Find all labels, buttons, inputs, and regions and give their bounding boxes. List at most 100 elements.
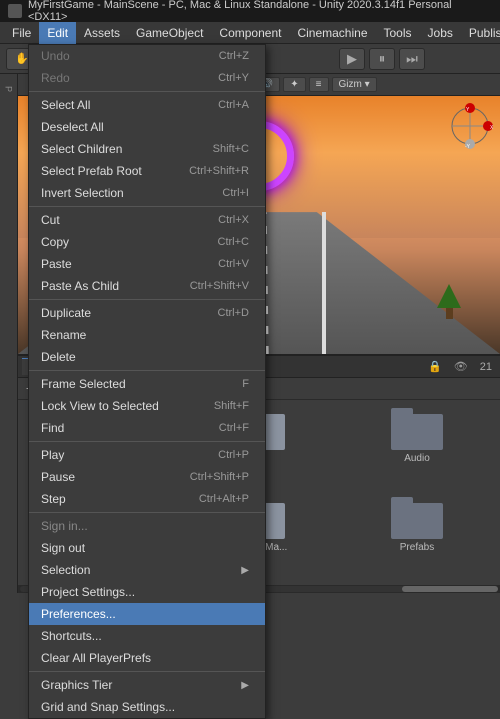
menu-item-select-prefab-root[interactable]: Select Prefab Root Ctrl+Shift+R [29, 160, 265, 182]
label: Paste [41, 257, 72, 271]
shortcut: F [242, 378, 249, 390]
menu-item-invert-selection[interactable]: Invert Selection Ctrl+I [29, 182, 265, 204]
menu-item-play[interactable]: Play Ctrl+P [29, 444, 265, 466]
label: Rename [41, 328, 86, 342]
label: Preferences... [41, 607, 116, 621]
label: Lock View to Selected [41, 399, 159, 413]
menu-item-pause[interactable]: Pause Ctrl+Shift+P [29, 466, 265, 488]
sep4 [29, 370, 265, 371]
label: Cut [41, 213, 60, 227]
badge-21: 21 [476, 361, 496, 373]
menu-item-deselect-all[interactable]: Deselect All [29, 116, 265, 138]
title-text: MyFirstGame - MainScene - PC, Mac & Linu… [28, 0, 492, 23]
menu-item-copy[interactable]: Copy Ctrl+C [29, 231, 265, 253]
menu-cinemachine[interactable]: Cinemachine [289, 22, 375, 44]
eye-icon[interactable]: 👁 [450, 360, 472, 373]
asset-label-audio: Audio [404, 453, 430, 464]
label: Graphics Tier [41, 678, 112, 692]
label: Project Settings... [41, 585, 135, 599]
menu-item-sign-out[interactable]: Sign out [29, 537, 265, 559]
svg-text:X: X [490, 125, 494, 131]
sep7 [29, 671, 265, 672]
shortcut: Ctrl+I [222, 187, 249, 199]
menu-item-frame-selected[interactable]: Frame Selected F [29, 373, 265, 395]
svg-text:-Y: -Y [465, 144, 471, 150]
menu-item-graphics-tier[interactable]: Graphics Tier ▶ [29, 674, 265, 696]
left-sidebar: P [0, 74, 18, 593]
folder-body [391, 503, 443, 539]
menu-item-sign-in[interactable]: Sign in... [29, 515, 265, 537]
menu-item-selection[interactable]: Selection ▶ [29, 559, 265, 581]
submenu-arrow: ▶ [241, 565, 249, 576]
scrollbar-thumb[interactable] [402, 586, 498, 592]
menu-publish[interactable]: Publish [461, 22, 500, 44]
label: Deselect All [41, 120, 104, 134]
menu-item-find[interactable]: Find Ctrl+F [29, 417, 265, 439]
menu-component[interactable]: Component [211, 22, 289, 44]
shortcut: Ctrl+C [218, 236, 249, 248]
fx-toggle[interactable]: ✦ [283, 77, 305, 92]
menu-item-preferences[interactable]: Preferences... [29, 603, 265, 625]
shortcut: Ctrl+Shift+V [190, 280, 249, 292]
road-right-border [322, 212, 327, 354]
pause-button[interactable]: ⏸ [369, 48, 395, 70]
app-icon [8, 4, 22, 18]
play-button[interactable]: ▶ [339, 48, 365, 70]
menu-item-step[interactable]: Step Ctrl+Alt+P [29, 488, 265, 510]
menu-item-redo[interactable]: Redo Ctrl+Y [29, 67, 265, 89]
menu-tools[interactable]: Tools [376, 22, 420, 44]
label: Select Children [41, 142, 122, 156]
label: Play [41, 448, 64, 462]
shortcut: Ctrl+X [218, 214, 249, 226]
label: Grid and Snap Settings... [41, 700, 175, 714]
label: Pause [41, 470, 75, 484]
step-button[interactable]: ⏭ [399, 48, 425, 70]
menu-item-duplicate[interactable]: Duplicate Ctrl+D [29, 302, 265, 324]
menu-item-paste-as-child[interactable]: Paste As Child Ctrl+Shift+V [29, 275, 265, 297]
menu-item-undo-label: Undo [41, 49, 70, 63]
menu-item-rename[interactable]: Rename [29, 324, 265, 346]
menu-item-lock-view[interactable]: Lock View to Selected Shift+F [29, 395, 265, 417]
menu-item-undo-shortcut: Ctrl+Z [219, 50, 249, 62]
menu-file[interactable]: File [4, 22, 39, 44]
menu-assets[interactable]: Assets [76, 22, 128, 44]
menu-item-grid-snap[interactable]: Grid and Snap Settings... [29, 696, 265, 718]
menu-item-clear-playerprefs[interactable]: Clear All PlayerPrefs [29, 647, 265, 669]
label: Sign out [41, 541, 85, 555]
label: Copy [41, 235, 69, 249]
sep5 [29, 441, 265, 442]
asset-audio[interactable]: Audio [342, 408, 492, 489]
asset-label-prefabs: Prefabs [400, 542, 434, 553]
menu-item-redo-shortcut: Ctrl+Y [218, 72, 249, 84]
scene-gizmo: Y X -Y [440, 96, 500, 156]
stats-toggle[interactable]: ≡ [309, 77, 329, 92]
label: Frame Selected [41, 377, 126, 391]
sep6 [29, 512, 265, 513]
menu-item-paste[interactable]: Paste Ctrl+V [29, 253, 265, 275]
shortcut: Ctrl+Shift+P [190, 471, 249, 483]
shortcut: Ctrl+F [219, 422, 249, 434]
menu-item-shortcuts[interactable]: Shortcuts... [29, 625, 265, 647]
shortcut: Ctrl+Shift+R [189, 165, 249, 177]
asset-prefabs[interactable]: Prefabs [342, 497, 492, 578]
label: Invert Selection [41, 186, 124, 200]
shortcut: Ctrl+V [218, 258, 249, 270]
menu-item-cut[interactable]: Cut Ctrl+X [29, 209, 265, 231]
menu-item-project-settings[interactable]: Project Settings... [29, 581, 265, 603]
lock-icon[interactable]: 🔒 [424, 360, 446, 373]
menu-jobs[interactable]: Jobs [420, 22, 461, 44]
label: Step [41, 492, 66, 506]
label: Sign in... [41, 519, 88, 533]
label: Find [41, 421, 64, 435]
menu-item-select-children[interactable]: Select Children Shift+C [29, 138, 265, 160]
menu-gameobject[interactable]: GameObject [128, 22, 211, 44]
menu-item-delete[interactable]: Delete [29, 346, 265, 368]
shortcut: Ctrl+Alt+P [199, 493, 249, 505]
gizmos-toggle[interactable]: Gizm ▾ [332, 77, 377, 92]
label: Select Prefab Root [41, 164, 142, 178]
menu-item-select-all[interactable]: Select All Ctrl+A [29, 94, 265, 116]
menu-item-undo[interactable]: Undo Ctrl+Z [29, 45, 265, 67]
menu-edit[interactable]: Edit [39, 22, 76, 44]
sep3 [29, 299, 265, 300]
label: Delete [41, 350, 76, 364]
